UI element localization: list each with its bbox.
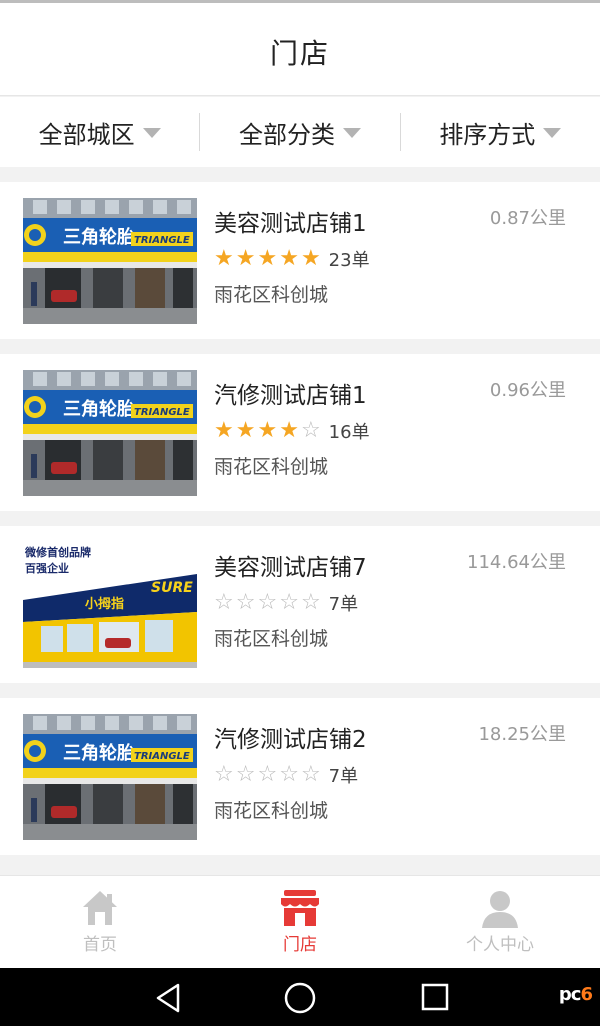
store-photo: 三角轮胎 TRIANGLE xyxy=(23,370,197,496)
store-rating: ☆☆☆☆☆ 7单 xyxy=(214,762,358,788)
filter-sort-dropdown[interactable]: 排序方式 xyxy=(401,112,600,152)
caret-down-icon xyxy=(342,128,361,138)
tab-home[interactable]: 首页 xyxy=(0,876,200,968)
store-thumbnail: 三角轮胎 TRIANGLE xyxy=(23,370,197,496)
watermark-text-a: pc xyxy=(558,984,582,1005)
store-address: 雨花区科创城 xyxy=(214,456,329,478)
filter-sort-label: 排序方式 xyxy=(439,120,536,149)
user-icon xyxy=(480,888,520,932)
store-address: 雨花区科创城 xyxy=(214,800,329,822)
rating-stars: ☆☆☆☆☆ xyxy=(214,764,323,786)
store-rating: ★★★★☆ 16单 xyxy=(214,418,370,444)
rating-stars: ☆☆☆☆☆ xyxy=(214,592,323,614)
filter-category-dropdown[interactable]: 全部分类 xyxy=(200,112,399,152)
filter-category-label: 全部分类 xyxy=(238,120,335,149)
store-list: 三角轮胎 TRIANGLE 美容测试店铺1 0.87公里 ★★★★★ 23单 雨… xyxy=(0,182,600,870)
store-orders: 7单 xyxy=(328,594,359,615)
store-card[interactable]: 微修首创品牌 百强企业 小拇指 SURE 美容测试店铺7 114.64公里 ☆☆… xyxy=(0,526,600,683)
store-icon xyxy=(278,888,322,932)
caret-down-icon xyxy=(543,128,562,138)
star-empty-icon: ☆ xyxy=(214,762,234,787)
store-thumbnail: 三角轮胎 TRIANGLE xyxy=(23,714,197,840)
store-name: 美容测试店铺7 xyxy=(214,555,367,581)
star-filled-icon: ★ xyxy=(235,246,256,271)
store-distance: 0.87公里 xyxy=(489,208,566,229)
star-empty-icon: ☆ xyxy=(279,762,299,787)
store-name: 汽修测试店铺1 xyxy=(214,383,367,409)
store-orders: 7单 xyxy=(328,766,359,787)
store-thumbnail: 三角轮胎 TRIANGLE xyxy=(23,198,197,324)
star-filled-icon: ★ xyxy=(257,418,278,443)
bottom-tab-bar: 首页 门店 个人中心 xyxy=(0,875,600,968)
rating-stars: ★★★★★ xyxy=(214,248,323,270)
store-orders: 23单 xyxy=(328,250,370,271)
store-rating: ☆☆☆☆☆ 7单 xyxy=(214,590,358,616)
star-empty-icon: ☆ xyxy=(214,590,234,615)
star-empty-icon: ☆ xyxy=(257,590,278,615)
store-photo: 三角轮胎 TRIANGLE xyxy=(23,714,197,840)
star-empty-icon: ☆ xyxy=(300,762,321,787)
star-filled-icon: ★ xyxy=(214,246,234,271)
status-bar-edge xyxy=(0,0,600,3)
watermark-logo: pc6 xyxy=(558,984,593,1005)
page-title: 门店 xyxy=(269,37,330,70)
svg-text:SURE: SURE xyxy=(151,580,193,596)
star-filled-icon: ★ xyxy=(300,246,321,271)
star-empty-icon: ☆ xyxy=(257,762,278,787)
tab-store-label: 门店 xyxy=(283,935,317,955)
watermark-text-b: 6 xyxy=(580,984,592,1005)
svg-text:TRIANGLE: TRIANGLE xyxy=(134,235,190,246)
store-card[interactable]: 三角轮胎 TRIANGLE 美容测试店铺1 0.87公里 ★★★★★ 23单 雨… xyxy=(0,182,600,339)
svg-text:TRIANGLE: TRIANGLE xyxy=(134,407,190,418)
store-distance: 0.96公里 xyxy=(489,380,566,401)
svg-text:三角轮胎: 三角轮胎 xyxy=(63,226,135,248)
rating-stars: ★★★★☆ xyxy=(214,420,323,442)
store-thumbnail: 微修首创品牌 百强企业 小拇指 SURE xyxy=(23,542,197,668)
home-circle-icon[interactable] xyxy=(284,982,316,1018)
tab-profile[interactable]: 个人中心 xyxy=(400,876,600,968)
store-card[interactable]: 三角轮胎 TRIANGLE 汽修测试店铺2 18.25公里 ☆☆☆☆☆ 7单 雨… xyxy=(0,698,600,855)
star-empty-icon: ☆ xyxy=(300,418,321,443)
tab-home-label: 首页 xyxy=(83,935,117,955)
tab-store[interactable]: 门店 xyxy=(200,876,400,968)
star-filled-icon: ★ xyxy=(214,418,234,443)
svg-text:百强企业: 百强企业 xyxy=(25,561,69,575)
svg-text:三角轮胎: 三角轮胎 xyxy=(63,742,135,764)
star-filled-icon: ★ xyxy=(257,246,278,271)
store-card[interactable]: 三角轮胎 TRIANGLE 汽修测试店铺1 0.96公里 ★★★★☆ 16单 雨… xyxy=(0,354,600,511)
store-address: 雨花区科创城 xyxy=(214,628,329,650)
store-address: 雨花区科创城 xyxy=(214,284,329,306)
filter-bar: 全部城区 全部分类 排序方式 xyxy=(0,97,600,167)
star-empty-icon: ☆ xyxy=(279,590,299,615)
store-distance: 114.64公里 xyxy=(467,552,566,573)
store-orders: 16单 xyxy=(328,422,370,443)
svg-text:小拇指: 小拇指 xyxy=(85,596,124,612)
filter-district-dropdown[interactable]: 全部城区 xyxy=(0,112,199,152)
home-icon xyxy=(80,888,120,932)
svg-text:TRIANGLE: TRIANGLE xyxy=(134,751,190,762)
store-distance: 18.25公里 xyxy=(478,724,566,745)
caret-down-icon xyxy=(142,128,161,138)
store-photo: 微修首创品牌 百强企业 小拇指 SURE xyxy=(23,542,197,668)
star-empty-icon: ☆ xyxy=(235,762,256,787)
star-filled-icon: ★ xyxy=(279,246,299,271)
svg-text:三角轮胎: 三角轮胎 xyxy=(63,398,135,420)
store-rating: ★★★★★ 23单 xyxy=(214,246,370,272)
store-photo: 三角轮胎 TRIANGLE xyxy=(23,198,197,324)
app-header: 门店 xyxy=(0,0,600,96)
star-filled-icon: ★ xyxy=(235,418,256,443)
store-name: 汽修测试店铺2 xyxy=(214,727,367,753)
svg-text:微修首创品牌: 微修首创品牌 xyxy=(24,545,91,559)
star-empty-icon: ☆ xyxy=(235,590,256,615)
filter-district-label: 全部城区 xyxy=(38,120,135,149)
recents-icon[interactable] xyxy=(420,982,450,1016)
store-name: 美容测试店铺1 xyxy=(214,211,367,237)
system-nav-bar: pc6 xyxy=(0,968,600,1026)
star-empty-icon: ☆ xyxy=(300,590,321,615)
back-icon[interactable] xyxy=(152,982,184,1018)
tab-profile-label: 个人中心 xyxy=(466,935,534,955)
star-filled-icon: ★ xyxy=(279,418,299,443)
